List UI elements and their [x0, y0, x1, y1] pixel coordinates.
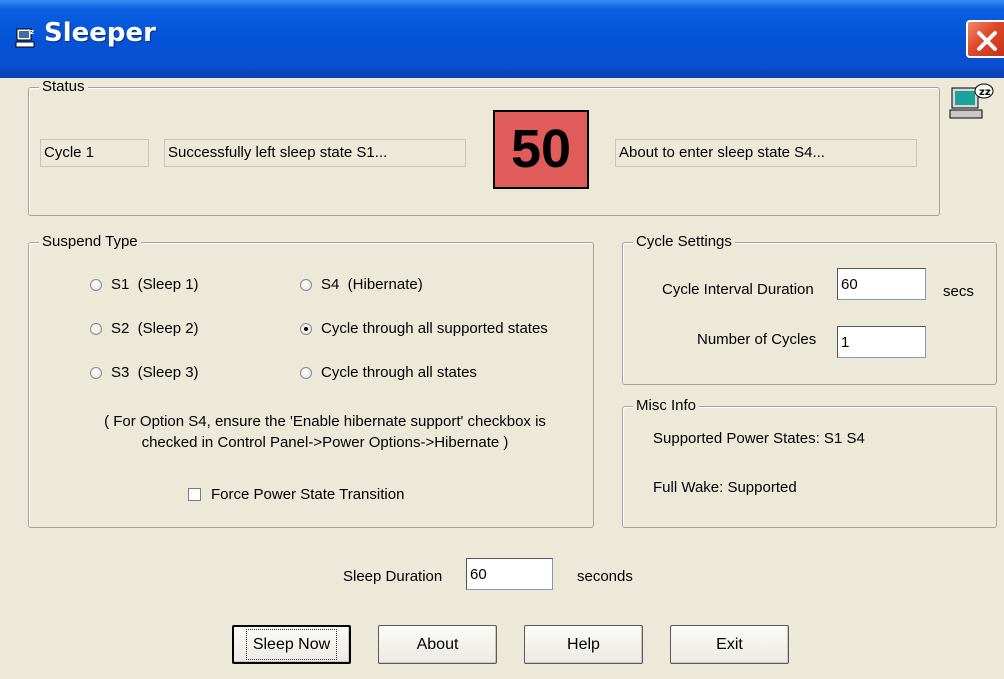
left-state-message: Successfully left sleep state S1... — [164, 139, 466, 167]
cycle-interval-input[interactable] — [837, 268, 926, 300]
sleep-now-label: Sleep Now — [245, 628, 338, 660]
radio-s1-label: S1 (Sleep 1) — [111, 276, 199, 293]
countdown-display: 50 — [493, 110, 589, 189]
about-button[interactable]: About — [378, 625, 497, 664]
radio-s2[interactable]: S2 (Sleep 2) — [90, 320, 199, 337]
radio-s2-label: S2 (Sleep 2) — [111, 320, 199, 337]
next-state-message: About to enter sleep state S4... — [615, 139, 917, 167]
radio-s4-label: S4 (Hibernate) — [321, 276, 423, 293]
cycle-settings-group: Cycle Settings — [622, 233, 997, 385]
radio-s1[interactable]: S1 (Sleep 1) — [90, 276, 199, 293]
misc-info-legend: Misc Info — [633, 397, 700, 414]
title-bar: z Sleeper — [0, 0, 1004, 78]
radio-s3[interactable]: S3 (Sleep 3) — [90, 364, 199, 381]
help-button[interactable]: Help — [524, 625, 643, 664]
checkbox-icon[interactable] — [188, 488, 201, 501]
number-of-cycles-input[interactable] — [837, 326, 926, 358]
sleep-duration-input[interactable] — [466, 558, 553, 590]
radio-s3-label: S3 (Sleep 3) — [111, 364, 199, 381]
app-title-icon: z — [15, 28, 35, 48]
sleep-duration-unit: seconds — [577, 568, 633, 585]
cycle-interval-label: Cycle Interval Duration — [662, 281, 814, 298]
sleep-duration-label: Sleep Duration — [343, 568, 443, 585]
window-title: Sleeper — [44, 18, 156, 48]
computer-sleep-icon: zz — [949, 83, 994, 119]
exit-button[interactable]: Exit — [670, 625, 789, 664]
sleep-now-button[interactable]: Sleep Now — [232, 625, 351, 664]
hibernate-note: ( For Option S4, ensure the 'Enable hibe… — [104, 413, 546, 451]
cycle-interval-unit: secs — [943, 283, 974, 300]
force-transition-checkbox[interactable]: Force Power State Transition — [188, 486, 404, 503]
suspend-type-legend: Suspend Type — [39, 233, 141, 250]
misc-info-group: Misc Info — [622, 397, 997, 528]
radio-button-icon[interactable] — [300, 366, 312, 379]
force-transition-label: Force Power State Transition — [211, 486, 405, 503]
radio-button-icon[interactable] — [90, 366, 102, 379]
radio-cycle-supported-label: Cycle through all supported states — [321, 320, 548, 337]
svg-text:z: z — [30, 28, 34, 36]
radio-button-icon[interactable] — [300, 278, 312, 291]
number-of-cycles-label: Number of Cycles — [697, 331, 817, 348]
close-icon — [977, 31, 997, 51]
radio-cycle-all[interactable]: Cycle through all states — [300, 364, 477, 381]
full-wake-status: Full Wake: Supported — [653, 479, 797, 496]
radio-cycle-all-label: Cycle through all states — [321, 364, 477, 381]
radio-cycle-supported[interactable]: Cycle through all supported states — [300, 320, 548, 337]
svg-text:zz: zz — [979, 87, 991, 98]
supported-power-states: Supported Power States: S1 S4 — [653, 430, 865, 447]
radio-button-icon[interactable] — [90, 278, 102, 291]
radio-s4[interactable]: S4 (Hibernate) — [300, 276, 423, 293]
close-button[interactable] — [966, 20, 1004, 58]
radio-button-checked-icon[interactable] — [300, 322, 312, 335]
status-legend: Status — [39, 78, 88, 95]
radio-button-icon[interactable] — [90, 322, 102, 335]
cycle-settings-legend: Cycle Settings — [633, 233, 735, 250]
cycle-indicator: Cycle 1 — [40, 139, 149, 167]
